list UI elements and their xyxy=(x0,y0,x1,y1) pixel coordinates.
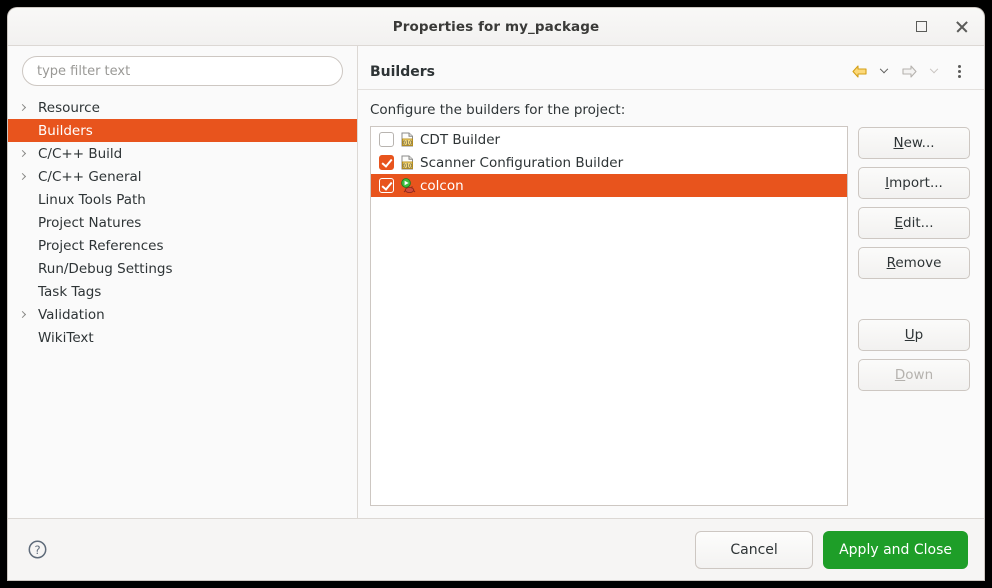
svg-text:010: 010 xyxy=(403,163,413,169)
expand-chevron-icon xyxy=(8,310,38,319)
chevron-right-icon xyxy=(18,103,26,112)
window-title: Properties for my_package xyxy=(392,18,600,35)
binary-document-icon: 010 xyxy=(401,132,413,147)
binary-document-icon: 010 xyxy=(400,132,417,148)
sidebar-item-builders[interactable]: Builders xyxy=(8,119,357,142)
filter-input[interactable] xyxy=(22,56,343,86)
sidebar-item-label: Builders xyxy=(38,122,93,139)
builder-label: colcon xyxy=(420,177,464,194)
up-button[interactable]: Up xyxy=(858,319,970,351)
forward-arrow-button xyxy=(898,61,920,83)
button-label: New... xyxy=(893,135,935,151)
expand-chevron-icon xyxy=(8,172,38,181)
button-label: Remove xyxy=(886,255,942,271)
title-bar: Properties for my_package xyxy=(8,8,984,46)
chevron-down-icon xyxy=(879,64,889,73)
builder-enabled-checkbox[interactable] xyxy=(379,132,394,147)
edit-button[interactable]: Edit... xyxy=(858,207,970,239)
sidebar-item-c-c-build[interactable]: C/C++ Build xyxy=(8,142,357,165)
button-label: Edit... xyxy=(894,215,934,231)
back-arrow-icon xyxy=(851,65,867,78)
sidebar-item-label: Task Tags xyxy=(38,283,102,300)
content-header: Builders xyxy=(358,54,984,90)
close-icon xyxy=(955,20,968,33)
filter-container xyxy=(8,56,357,94)
sidebar-item-project-references[interactable]: Project References xyxy=(8,234,357,257)
button-label: Down xyxy=(894,367,934,383)
builder-enabled-checkbox[interactable] xyxy=(379,155,394,170)
builder-label: Scanner Configuration Builder xyxy=(420,154,624,171)
maximize-button[interactable] xyxy=(908,14,934,40)
header-toolbar xyxy=(848,61,970,83)
down-button: Down xyxy=(858,359,970,391)
back-arrow-button[interactable] xyxy=(848,61,870,83)
view-menu-kebab-icon xyxy=(957,65,961,78)
ant-run-icon xyxy=(400,177,417,194)
button-group-separator xyxy=(858,287,970,311)
content-inner: Configure the builders for the project: … xyxy=(358,90,984,518)
ant-run-icon xyxy=(401,177,416,193)
builders-section: 010 CDT Builder 010 Scanner Configuration B… xyxy=(370,126,970,518)
sidebar-item-c-c-general[interactable]: C/C++ General xyxy=(8,165,357,188)
builders-button-column: New... Import... Edit... Remove Up Down xyxy=(858,126,970,506)
dialog-body: Resource Builders C/C++ Build C/C++ General… xyxy=(8,46,984,518)
svg-text:010: 010 xyxy=(403,140,413,146)
sidebar-item-linux-tools-path[interactable]: Linux Tools Path xyxy=(8,188,357,211)
sidebar-item-label: C/C++ General xyxy=(38,168,142,185)
remove-button[interactable]: Remove xyxy=(858,247,970,279)
svg-text:?: ? xyxy=(34,543,40,557)
sidebar-item-label: Project Natures xyxy=(38,214,142,231)
apply-and-close-button[interactable]: Apply and Close xyxy=(823,530,968,569)
help-button[interactable]: ? xyxy=(24,537,50,563)
window-controls xyxy=(908,14,974,40)
sidebar-item-task-tags[interactable]: Task Tags xyxy=(8,280,357,303)
builder-label: CDT Builder xyxy=(420,131,501,148)
forward-history-dropdown-button xyxy=(923,61,945,83)
expand-chevron-icon xyxy=(8,149,38,158)
sidebar-item-label: Validation xyxy=(38,306,105,323)
dialog-footer: ? Cancel Apply and Close xyxy=(8,518,984,580)
button-label: Up xyxy=(904,327,924,343)
expand-chevron-icon xyxy=(8,103,38,112)
sidebar-item-label: Project References xyxy=(38,237,164,254)
chevron-right-icon xyxy=(18,149,26,158)
sidebar-item-label: Run/Debug Settings xyxy=(38,260,173,277)
sidebar-item-run-debug-settings[interactable]: Run/Debug Settings xyxy=(8,257,357,280)
sidebar-item-label: WikiText xyxy=(38,329,94,346)
sidebar-item-label: C/C++ Build xyxy=(38,145,123,162)
page-title: Builders xyxy=(370,63,435,80)
sidebar-item-wikitext[interactable]: WikiText xyxy=(8,326,357,349)
builders-list[interactable]: 010 CDT Builder 010 Scanner Configuration B… xyxy=(370,126,848,506)
sidebar-item-project-natures[interactable]: Project Natures xyxy=(8,211,357,234)
back-history-dropdown-button[interactable] xyxy=(873,61,895,83)
builder-row[interactable]: 010 CDT Builder xyxy=(371,128,847,151)
help-question-icon: ? xyxy=(28,540,46,559)
properties-dialog: Properties for my_package Resource Builde… xyxy=(8,8,984,580)
sidebar-item-validation[interactable]: Validation xyxy=(8,303,357,326)
maximize-icon xyxy=(915,21,927,32)
import-button[interactable]: Import... xyxy=(858,167,970,199)
builder-row[interactable]: 010 Scanner Configuration Builder xyxy=(371,151,847,174)
forward-arrow-icon xyxy=(901,65,917,78)
configure-description: Configure the builders for the project: xyxy=(370,102,626,118)
content-panel: Builders Configure the builders for the … xyxy=(358,46,984,518)
chevron-down-disabled-icon xyxy=(929,64,939,73)
close-button[interactable] xyxy=(948,14,974,40)
chevron-right-icon xyxy=(18,172,26,181)
settings-sidebar: Resource Builders C/C++ Build C/C++ General… xyxy=(8,46,358,518)
chevron-right-icon xyxy=(18,310,26,319)
binary-document-icon: 010 xyxy=(400,155,417,171)
builder-row[interactable]: colcon xyxy=(371,174,847,197)
sidebar-item-label: Resource xyxy=(38,99,100,116)
button-label: Import... xyxy=(885,175,943,191)
new-button[interactable]: New... xyxy=(858,127,970,159)
cancel-button[interactable]: Cancel xyxy=(695,530,814,569)
settings-tree: Resource Builders C/C++ Build C/C++ General… xyxy=(8,94,357,518)
builder-enabled-checkbox[interactable] xyxy=(379,178,394,193)
sidebar-item-label: Linux Tools Path xyxy=(38,191,146,208)
binary-document-icon: 010 xyxy=(401,155,413,170)
footer-actions: Cancel Apply and Close xyxy=(695,530,968,569)
view-menu-button[interactable] xyxy=(948,61,970,83)
sidebar-item-resource[interactable]: Resource xyxy=(8,96,357,119)
